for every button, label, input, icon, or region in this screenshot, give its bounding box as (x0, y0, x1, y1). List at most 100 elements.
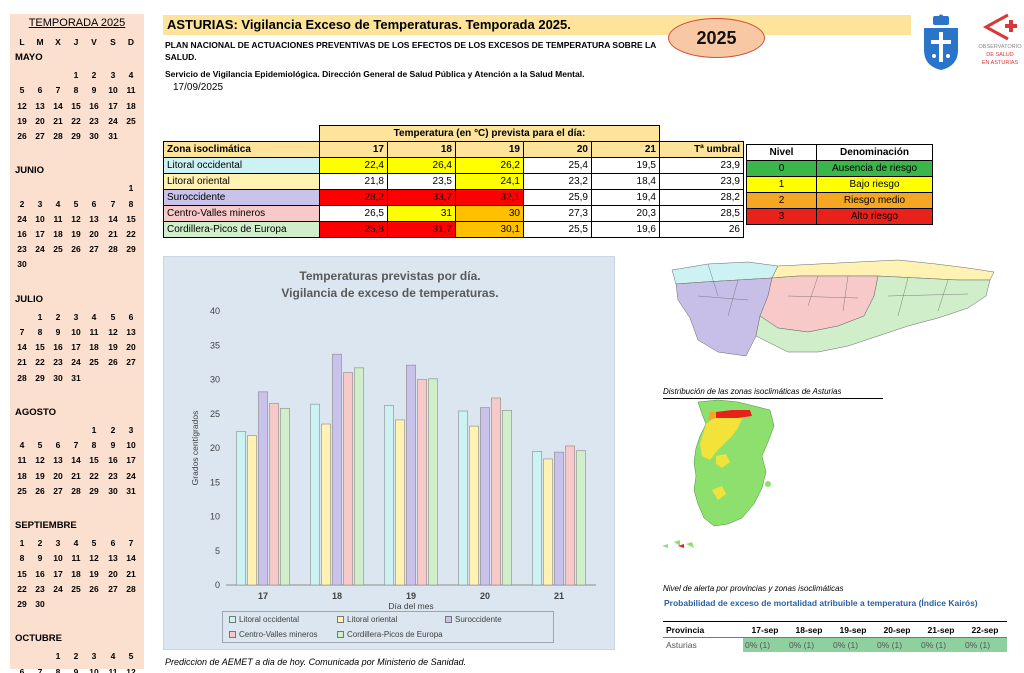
calendar-day: 4 (128, 70, 134, 81)
map-balearic-islands (765, 481, 771, 487)
chart-bar (269, 403, 279, 586)
calendar-day: 10 (53, 553, 63, 564)
calendar-week: 28 29 30 31 (13, 372, 141, 384)
calendar-day: 26 (89, 583, 99, 594)
calendar-week: 24 10 11 12 13 14 15 (13, 213, 141, 225)
calendar-day: 11 (53, 213, 63, 224)
calendar-day: 5 (37, 440, 43, 451)
calendar-day: 10 (108, 85, 118, 96)
calendar-day: 20 (53, 470, 63, 481)
chart-bar (310, 403, 320, 586)
plan-title-line2: SALUD. (165, 52, 197, 62)
calendar-weekday: J (73, 37, 79, 47)
calendar-day: 15 (17, 568, 27, 579)
zone-name: Cordillera-Picos de Europa (163, 221, 320, 238)
kairos-table: Provincia 17-sep 18-sep 19-sep 20-sep 21-sep… (663, 621, 1007, 652)
calendar-day: 30 (35, 599, 45, 609)
calendar-day: 18 (71, 568, 81, 579)
calendar-day: 28 (53, 131, 63, 141)
calendar-day: 13 (126, 327, 136, 337)
calendar-day: 16 (17, 229, 27, 239)
threshold-cell: 26 (659, 221, 744, 238)
calendar-day: 27 (108, 583, 118, 594)
legend-swatch (337, 631, 344, 638)
kairos-date-header: 17-sep (743, 621, 787, 638)
calendar-day: 16 (89, 100, 99, 111)
calendar-day: 14 (126, 553, 136, 564)
temperature-cell: 20,3 (591, 205, 660, 222)
kairos-date-header: 20-sep (875, 621, 919, 638)
calendar-week: 8 9 10 11 12 13 14 (13, 552, 141, 564)
kairos-header-row: Provincia 17-sep 18-sep 19-sep 20-sep 21-sep… (663, 621, 1007, 638)
kairos-data-row: Asturias 0% (1) 0% (1) 0% (1) 0% (1) 0% (1) 0… (663, 637, 1007, 652)
calendar-day: 30 (89, 131, 99, 141)
calendar-day: 29 (17, 599, 27, 609)
calendar-week: 16 17 18 19 20 21 22 (13, 228, 141, 240)
calendar-day: 26 (71, 244, 81, 255)
calendar-day: 5 (110, 311, 116, 322)
calendar-day: 25 (71, 583, 81, 594)
calendar-day: 28 (108, 244, 118, 255)
plan-title-line1: PLAN NACIONAL DE ACTUACIONES PREVENTIVAS… (165, 40, 657, 50)
calendar-day: 8 (128, 198, 134, 209)
chart-legend: Litoral occidental Litoral oriental Surocc… (222, 611, 554, 643)
calendar-day: 2 (110, 425, 116, 435)
calendar-week: 21 22 23 24 25 26 27 (13, 356, 141, 368)
calendar-day: 9 (91, 85, 97, 96)
risk-level-rows: 0 Ausencia de riesgo 1 Bajo riesgo 2 Riesgo m… (746, 160, 933, 225)
calendar-day: 3 (91, 651, 97, 662)
calendar-week: 7 8 9 10 11 12 13 (13, 326, 141, 338)
calendar-day: 4 (55, 198, 61, 209)
risk-level-name: Bajo riesgo (816, 176, 933, 193)
province-name: Asturias (666, 639, 697, 650)
risk-level-number: 1 (746, 176, 817, 193)
chart-bar (332, 353, 342, 586)
kairos-date-header: 21-sep (919, 621, 963, 638)
legend-item: Cordillera-Picos de Europa (337, 630, 443, 640)
zone-row: Litoral oriental 21,8 23,5 24,1 23,2 18,4 23,9 (163, 173, 744, 190)
calendar-week: 11 12 13 14 15 16 17 (13, 454, 141, 466)
calendar-day: 15 (89, 455, 99, 466)
calendar-day: 28 (17, 372, 27, 383)
y-tick-label: 40 (210, 306, 220, 316)
calendar-day: 20 (35, 115, 45, 126)
observatorio-cross-icon (982, 13, 1017, 41)
temperature-cell: 26,2 (455, 157, 524, 174)
kairos-value-cell: 0% (1) (875, 637, 919, 652)
temperature-cell: 26,4 (387, 157, 456, 174)
calendar-day: 10 (35, 213, 45, 224)
chart-bar (532, 451, 542, 586)
calendar-day: 12 (35, 455, 45, 466)
calendar-day: 2 (73, 651, 79, 662)
risk-level-header: Nivel Denominación (746, 144, 933, 161)
name-column-header: Denominación (816, 144, 933, 161)
risk-level-row: 0 Ausencia de riesgo (746, 160, 933, 177)
zone-row: Suroccidente 28,2 33,7 32,1 25,9 19,4 28,2 (163, 189, 744, 206)
chart-bar (247, 435, 257, 586)
chart-bar (280, 407, 290, 586)
calendar-day: 6 (110, 538, 116, 549)
x-tick-label: 20 (480, 591, 490, 601)
calendar-day: 29 (89, 485, 99, 496)
temperature-cell: 31,7 (387, 221, 456, 238)
calendar-month-name: JULIO (15, 293, 43, 305)
chart-bar (480, 407, 490, 586)
calendar-day: 24 (108, 115, 118, 126)
legend-label: Litoral occidental (239, 615, 300, 624)
y-tick-label: 20 (210, 443, 220, 453)
calendar-day: 26 (35, 485, 45, 496)
calendar-day: 2 (37, 538, 43, 549)
day-column-header: 18 (387, 141, 456, 158)
title-bar: ASTURIAS: Vigilancia Exceso de Temperatu… (163, 15, 911, 35)
calendar-day: 4 (73, 538, 79, 549)
calendar-weekday: D (127, 37, 135, 47)
kairos-date-header: 18-sep (787, 621, 831, 638)
calendar-day: 3 (55, 538, 61, 549)
legend-label: Suroccidente (455, 615, 502, 624)
kairos-value-cell: 0% (1) (743, 637, 787, 652)
temperature-cell: 25,5 (523, 221, 592, 238)
calendar-day: 3 (73, 311, 79, 322)
zone-row: Cordillera-Picos de Europa 25,8 31,7 30,1 25… (163, 221, 744, 238)
calendar-day: 17 (71, 342, 81, 353)
calendar-day: 1 (37, 311, 43, 322)
